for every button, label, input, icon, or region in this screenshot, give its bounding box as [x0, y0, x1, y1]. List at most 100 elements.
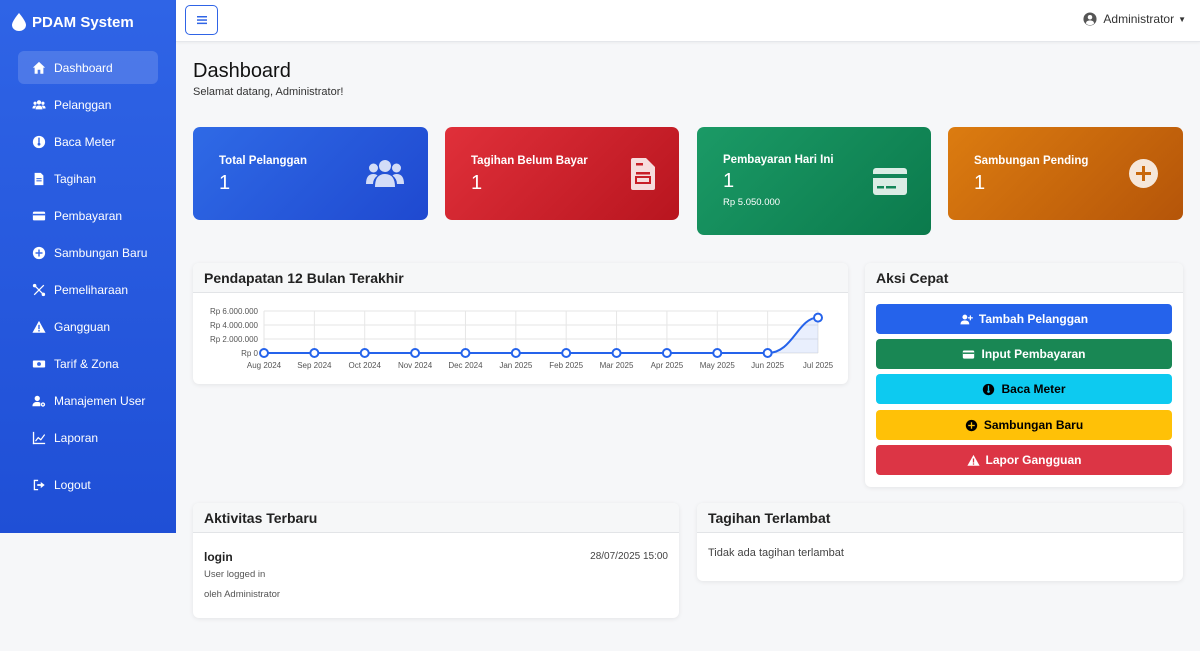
card-label: Tagihan Belum Bayar	[471, 155, 588, 167]
data-point	[813, 312, 823, 323]
x-tick-label: Dec 2024	[448, 361, 483, 370]
activity-action: login	[204, 550, 233, 564]
x-tick-label: Nov 2024	[398, 361, 433, 370]
sambungan-baru-button[interactable]: Sambungan Baru	[876, 410, 1172, 440]
sidebar-item-label: Pembayaran	[54, 208, 123, 223]
card-value: 1	[723, 170, 735, 192]
data-point	[359, 348, 370, 358]
credit-card-icon	[873, 168, 907, 195]
data-point	[309, 348, 320, 358]
user-plus-icon	[960, 314, 973, 324]
button-label: Baca Meter	[1001, 382, 1066, 396]
data-point	[460, 348, 471, 358]
users-icon	[366, 160, 404, 187]
user-menu-dropdown[interactable]: Administrator ▼	[1083, 12, 1186, 26]
plus-circle-icon	[965, 419, 977, 431]
data-point	[661, 348, 672, 358]
invoice-icon	[34, 172, 44, 185]
card-value: 1	[219, 172, 231, 194]
sidebar-item-pembayaran[interactable]: Pembayaran	[18, 199, 158, 232]
quick-actions-panel: Aksi Cepat Tambah Pelanggan Input Pembay…	[865, 263, 1183, 487]
sidebar-toggle-button[interactable]	[185, 5, 218, 35]
y-tick-label: Rp 4.000.000	[210, 321, 259, 330]
y-tick-label: Rp 2.000.000	[210, 335, 259, 344]
data-point	[611, 348, 622, 358]
hamburger-icon	[196, 16, 207, 25]
sidebar-item-manajemen-user[interactable]: Manajemen User	[18, 384, 158, 417]
x-tick-label: Sep 2024	[297, 361, 332, 370]
data-point	[410, 348, 421, 358]
x-tick-label: Aug 2024	[247, 361, 282, 370]
card-extra-amount: Rp 5.050.000	[723, 197, 781, 208]
x-tick-label: Jun 2025	[751, 361, 784, 370]
input-pembayaran-button[interactable]: Input Pembayaran	[876, 339, 1172, 369]
overdue-bills-panel: Tagihan Terlambat Tidak ada tagihan terl…	[697, 503, 1183, 581]
sidebar-item-dashboard[interactable]: Dashboard	[18, 51, 158, 84]
lapor-gangguan-button[interactable]: Lapor Gangguan	[876, 445, 1172, 475]
button-label: Sambungan Baru	[983, 418, 1084, 432]
user-circle-icon	[1083, 12, 1097, 26]
sidebar-item-pelanggan[interactable]: Pelanggan	[18, 88, 158, 121]
series-line	[264, 316, 819, 354]
data-point	[561, 348, 572, 358]
panel-title: Aksi Cepat	[865, 263, 1183, 293]
x-tick-label: May 2025	[700, 361, 736, 370]
x-tick-label: Jul 2025	[803, 361, 834, 370]
topbar: Administrator ▼	[176, 0, 1200, 42]
credit-card-icon	[32, 211, 46, 220]
sidebar-nav: Dashboard Pelanggan Baca Meter Tagihan P…	[0, 51, 176, 501]
sidebar-item-label: Laporan	[54, 430, 99, 445]
sidebar-item-label: Dashboard	[54, 60, 113, 75]
panel-title: Aktivitas Terbaru	[193, 503, 679, 533]
sidebar-item-tarif-zona[interactable]: Tarif & Zona	[18, 347, 158, 380]
revenue-chart-panel: Pendapatan 12 Bulan Terakhir Rp 0 Rp 2.00…	[193, 263, 848, 384]
data-point	[712, 348, 723, 358]
x-tick-label: Apr 2025	[651, 361, 684, 370]
panel-title: Pendapatan 12 Bulan Terakhir	[193, 263, 848, 293]
x-tick-label: Oct 2024	[348, 361, 381, 370]
sidebar-item-label: Tagihan	[54, 171, 97, 186]
user-name: Administrator	[1103, 12, 1175, 26]
activity-actor: oleh Administrator	[204, 589, 281, 600]
data-point	[510, 348, 521, 358]
y-tick-label: Rp 0	[241, 349, 258, 358]
warning-icon	[32, 320, 46, 333]
logout-icon	[33, 479, 45, 490]
stat-card-tagihan-belum-bayar: Tagihan Belum Bayar 1	[445, 127, 679, 220]
page-subtitle: Selamat datang, Administrator!	[193, 86, 344, 98]
x-tick-label: Jan 2025	[499, 361, 532, 370]
sidebar-item-logout[interactable]: Logout	[18, 468, 158, 501]
sidebar-item-sambungan-baru[interactable]: Sambungan Baru	[18, 236, 158, 269]
brand-name: PDAM System	[32, 13, 134, 31]
invoice-icon	[631, 158, 655, 190]
card-label: Total Pelanggan	[219, 155, 307, 167]
button-label: Input Pembayaran	[981, 347, 1086, 361]
data-point	[259, 348, 269, 358]
y-tick-label: Rp 6.000.000	[210, 307, 259, 316]
button-label: Tambah Pelanggan	[978, 312, 1089, 326]
chart-icon	[32, 431, 46, 444]
data-point	[762, 348, 773, 358]
tambah-pelanggan-button[interactable]: Tambah Pelanggan	[876, 304, 1172, 334]
sidebar-item-label: Logout	[54, 477, 91, 492]
activity-time: 28/07/2025 15:00	[590, 551, 668, 562]
sidebar-item-laporan[interactable]: Laporan	[18, 421, 158, 454]
sidebar-item-pemeliharaan[interactable]: Pemeliharaan	[18, 273, 158, 306]
card-value: 1	[471, 172, 483, 194]
sidebar-item-tagihan[interactable]: Tagihan	[18, 162, 158, 195]
users-icon	[32, 99, 46, 109]
baca-meter-button[interactable]: Baca Meter	[876, 374, 1172, 404]
sidebar-item-baca-meter[interactable]: Baca Meter	[18, 125, 158, 158]
plus-circle-icon	[32, 246, 46, 259]
empty-state-text: Tidak ada tagihan terlambat	[708, 547, 844, 559]
sidebar-item-label: Tarif & Zona	[54, 356, 119, 371]
stat-card-pembayaran-hari-ini: Pembayaran Hari Ini 1 Rp 5.050.000	[697, 127, 931, 235]
revenue-line-chart: Rp 0 Rp 2.000.000 Rp 4.000.000 Rp 6.000.000…	[210, 307, 834, 370]
caret-down-icon: ▼	[1178, 14, 1186, 24]
sidebar-item-label: Gangguan	[54, 319, 111, 334]
button-label: Lapor Gangguan	[985, 453, 1082, 467]
brand[interactable]: PDAM System	[0, 0, 176, 44]
stat-card-total-pelanggan: Total Pelanggan 1	[193, 127, 428, 220]
sidebar-item-gangguan[interactable]: Gangguan	[18, 310, 158, 343]
panel-title: Tagihan Terlambat	[697, 503, 1183, 533]
